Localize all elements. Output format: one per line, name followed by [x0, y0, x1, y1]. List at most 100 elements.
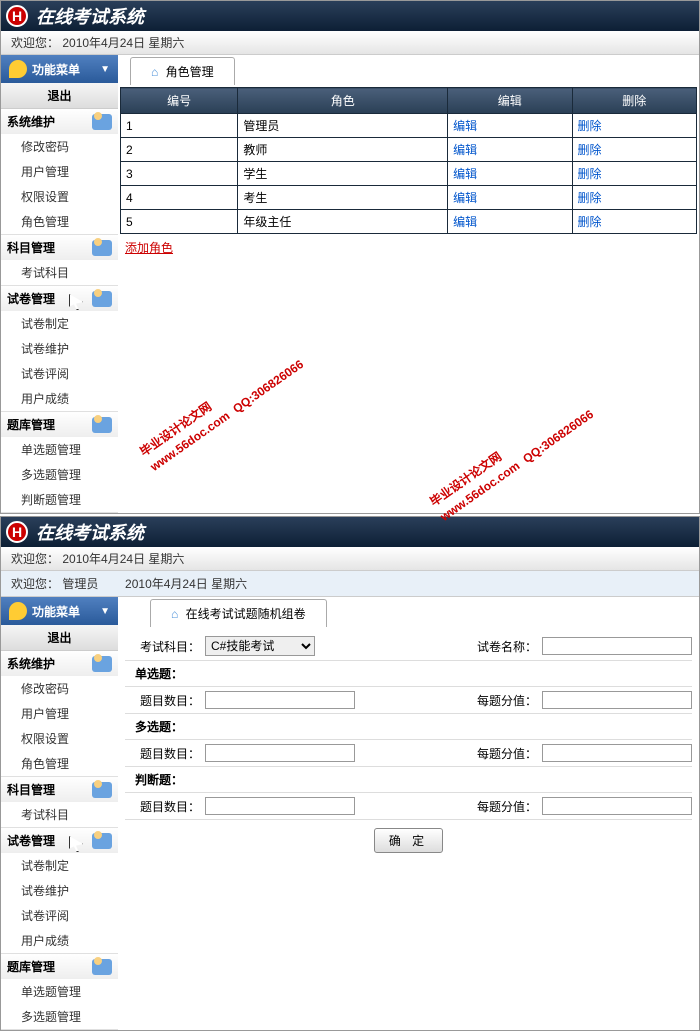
menu-item[interactable]: 用户管理	[1, 701, 118, 726]
logo-icon: H	[6, 5, 28, 27]
person-icon	[92, 417, 112, 433]
menu-item[interactable]: 试卷制定	[1, 311, 118, 336]
delete-link[interactable]: 删除	[578, 215, 602, 229]
menu-item[interactable]: 考试科目	[1, 260, 118, 285]
person-icon	[92, 959, 112, 975]
app-header: H 在线考试系统	[1, 1, 699, 31]
home-icon: ⌂	[151, 65, 158, 79]
edit-link[interactable]: 编辑	[453, 143, 477, 157]
date-label: 2010年4月24日 星期六	[62, 36, 184, 50]
menu-group-2[interactable]: 试卷管理	[1, 828, 118, 853]
user-role: 管理员	[62, 577, 98, 591]
menu-item[interactable]: 用户管理	[1, 159, 118, 184]
menu-item[interactable]: 权限设置	[1, 726, 118, 751]
table-row: 2教师编辑删除	[121, 138, 697, 162]
menu-group-0[interactable]: 系统维护	[1, 109, 118, 134]
logo-icon: H	[6, 521, 28, 543]
menu-group-2[interactable]: 试卷管理	[1, 286, 118, 311]
menu-item[interactable]: 试卷评阅	[1, 903, 118, 928]
home-icon: ⌂	[171, 607, 178, 621]
tab-role-management[interactable]: ⌂ 角色管理	[130, 57, 235, 85]
person-icon	[92, 291, 112, 307]
menu-item[interactable]: 试卷制定	[1, 853, 118, 878]
single-score-input[interactable]	[542, 691, 692, 709]
menu-item[interactable]: 角色管理	[1, 209, 118, 234]
edit-link[interactable]: 编辑	[453, 119, 477, 133]
welcome-bar: 欢迎您： 2010年4月24日 星期六	[1, 547, 699, 571]
menu-item[interactable]: 试卷维护	[1, 878, 118, 903]
app-title: 在线考试系统	[36, 3, 144, 29]
welcome-label: 欢迎您：	[11, 552, 59, 566]
exit-button[interactable]: 退出	[1, 83, 118, 109]
judge-count-input[interactable]	[205, 797, 355, 815]
tab-random-compose[interactable]: ⌂ 在线考试试题随机组卷	[150, 599, 327, 627]
multi-score-input[interactable]	[542, 744, 692, 762]
table-row: 3学生编辑删除	[121, 162, 697, 186]
multi-count-input[interactable]	[205, 744, 355, 762]
tab-label: 在线考试试题随机组卷	[186, 607, 306, 621]
menu-group-3[interactable]: 题库管理	[1, 954, 118, 979]
judge-score-input[interactable]	[542, 797, 692, 815]
menu-item[interactable]: 多选题管理	[1, 462, 118, 487]
menu-title: 功能菜单	[32, 603, 80, 620]
menu-item[interactable]: 判断题管理	[1, 487, 118, 512]
multi-section: 多选题：	[125, 714, 692, 740]
edit-link[interactable]: 编辑	[453, 191, 477, 205]
menu-group-1[interactable]: 科目管理	[1, 777, 118, 802]
menu-group-1[interactable]: 科目管理	[1, 235, 118, 260]
edit-link[interactable]: 编辑	[453, 215, 477, 229]
menu-group-0[interactable]: 系统维护	[1, 651, 118, 676]
menu-item[interactable]: 多选题管理	[1, 1004, 118, 1029]
single-count-input[interactable]	[205, 691, 355, 709]
person-icon	[92, 240, 112, 256]
screen-exam-compose: H 在线考试系统 欢迎您： 2010年4月24日 星期六 欢迎您： 管理员 20…	[0, 516, 700, 1031]
table-row: 1管理员编辑删除	[121, 114, 697, 138]
menu-item[interactable]: 修改密码	[1, 134, 118, 159]
delete-link[interactable]: 删除	[578, 167, 602, 181]
menu-title: 功能菜单	[32, 61, 80, 78]
person-icon	[92, 782, 112, 798]
bell-icon	[9, 60, 27, 78]
menu-group-3[interactable]: 题库管理	[1, 412, 118, 437]
delete-link[interactable]: 删除	[578, 119, 602, 133]
subject-select[interactable]: C#技能考试	[205, 636, 315, 656]
menu-item[interactable]: 试卷评阅	[1, 361, 118, 386]
delete-link[interactable]: 删除	[578, 191, 602, 205]
col-header: 编辑	[448, 88, 572, 114]
person-icon	[92, 114, 112, 130]
menu-item[interactable]: 单选题管理	[1, 437, 118, 462]
menu-item[interactable]: 单选题管理	[1, 979, 118, 1004]
menu-item[interactable]: 试卷维护	[1, 336, 118, 361]
compose-form: 考试科目： C#技能考试 试卷名称： 单选题： 题目数目： 每题分值： 多选题：…	[120, 627, 697, 866]
col-header: 编号	[121, 88, 238, 114]
welcome-bar: 欢迎您： 2010年4月24日 星期六	[1, 31, 699, 55]
menu-item[interactable]: 用户成绩	[1, 386, 118, 411]
menu-item[interactable]: 权限设置	[1, 184, 118, 209]
date-label: 2010年4月24日 星期六	[62, 552, 184, 566]
submit-button[interactable]: 确 定	[374, 828, 443, 853]
chevron-down-icon: ▼	[100, 606, 110, 617]
menu-item[interactable]: 考试科目	[1, 802, 118, 827]
table-row: 4考生编辑删除	[121, 186, 697, 210]
app-title: 在线考试系统	[36, 519, 144, 545]
paper-name-input[interactable]	[542, 637, 692, 655]
exit-button[interactable]: 退出	[1, 625, 118, 651]
menu-item[interactable]: 修改密码	[1, 676, 118, 701]
menu-item[interactable]: 角色管理	[1, 751, 118, 776]
delete-link[interactable]: 删除	[578, 143, 602, 157]
person-icon	[92, 833, 112, 849]
sidebar: 功能菜单 ▼ 退出 系统维护修改密码用户管理权限设置角色管理科目管理考试科目试卷…	[1, 55, 118, 513]
tab-label: 角色管理	[166, 65, 214, 79]
menu-item[interactable]: 用户成绩	[1, 928, 118, 953]
edit-link[interactable]: 编辑	[453, 167, 477, 181]
count-label: 题目数目：	[125, 692, 205, 709]
welcome-label: 欢迎您：	[11, 36, 59, 50]
score-label: 每题分值：	[462, 745, 542, 762]
sidebar: 功能菜单 ▼ 退出 系统维护修改密码用户管理权限设置角色管理科目管理考试科目试卷…	[1, 597, 118, 1030]
add-role-link[interactable]: 添加角色	[120, 234, 178, 261]
welcome-label2: 欢迎您：	[11, 577, 59, 591]
main-content: ⌂ 角色管理 编号角色编辑删除 1管理员编辑删除2教师编辑删除3学生编辑删除4考…	[118, 55, 699, 513]
menu-header[interactable]: 功能菜单 ▼	[1, 597, 118, 625]
subject-label: 考试科目：	[125, 638, 205, 655]
menu-header[interactable]: 功能菜单 ▼	[1, 55, 118, 83]
